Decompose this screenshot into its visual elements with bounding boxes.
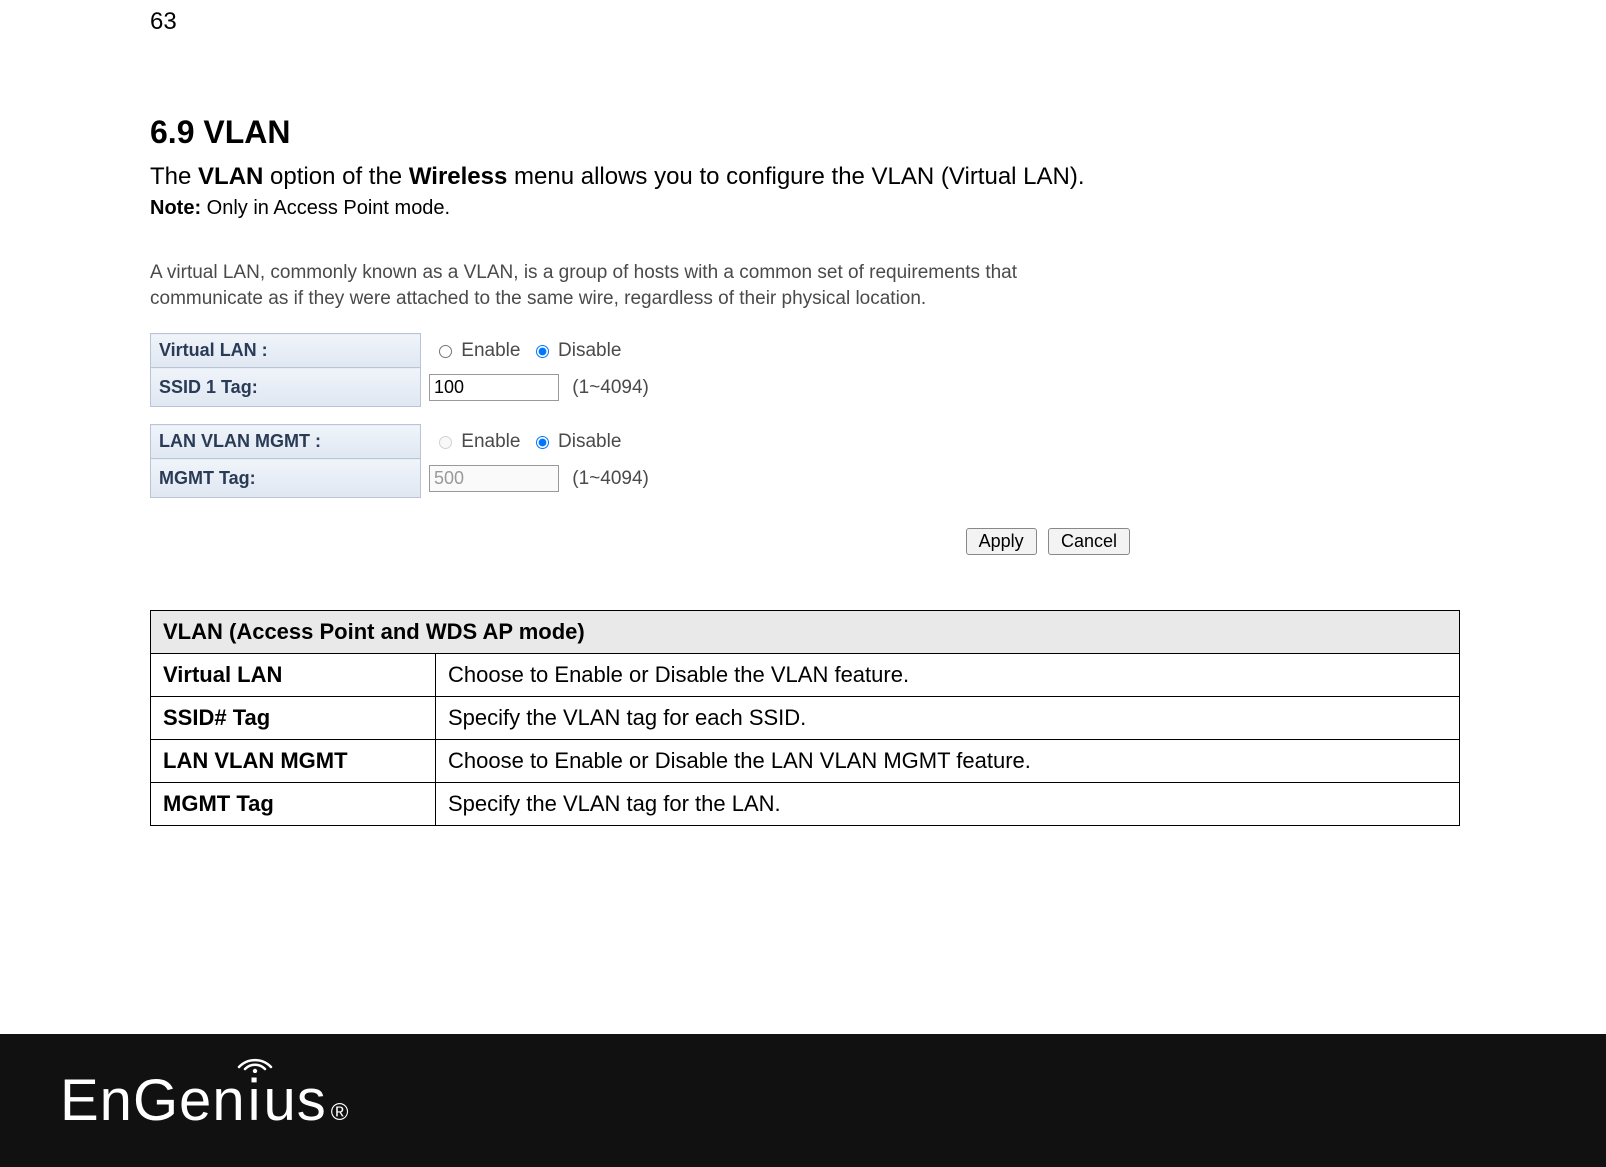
- desc-key: LAN VLAN MGMT: [151, 740, 436, 783]
- intro-text: menu allows you to configure the VLAN (V…: [507, 163, 1084, 190]
- desc-value: Choose to Enable or Disable the VLAN fea…: [436, 654, 1460, 697]
- lan-vlan-mgmt-disable-option[interactable]: Disable: [526, 431, 622, 452]
- ssid1-tag-label: SSID 1 Tag:: [151, 368, 421, 407]
- lan-vlan-mgmt-label: LAN VLAN MGMT :: [151, 425, 421, 459]
- intro-bold-vlan: VLAN: [198, 163, 263, 190]
- antenna-icon: [233, 1043, 277, 1073]
- config-screenshot: A virtual LAN, commonly known as a VLAN,…: [150, 260, 1130, 555]
- desc-table-title: VLAN (Access Point and WDS AP mode): [151, 611, 1460, 654]
- section-heading: 6.9 VLAN: [150, 114, 1456, 151]
- desc-key: MGMT Tag: [151, 783, 436, 826]
- table-row: LAN VLAN MGMT Choose to Enable or Disabl…: [151, 740, 1460, 783]
- vlan-form: Virtual LAN : Enable Disable SSID 1 Tag:: [150, 333, 1130, 498]
- intro-bold-wireless: Wireless: [409, 163, 508, 190]
- note-paragraph: Note: Only in Access Point mode.: [150, 197, 1456, 220]
- table-row: Virtual LAN Choose to Enable or Disable …: [151, 654, 1460, 697]
- disable-text: Disable: [558, 340, 621, 361]
- desc-value: Specify the VLAN tag for each SSID.: [436, 697, 1460, 740]
- range-hint: (1~4094): [572, 377, 649, 398]
- range-hint: (1~4094): [572, 468, 649, 489]
- virtual-lan-label: Virtual LAN :: [151, 334, 421, 368]
- logo-text: i: [248, 1068, 262, 1133]
- logo-text: us: [263, 1067, 326, 1134]
- virtual-lan-disable-radio[interactable]: [536, 345, 549, 358]
- lan-vlan-mgmt-disable-radio[interactable]: [536, 436, 549, 449]
- desc-key: Virtual LAN: [151, 654, 436, 697]
- table-row: SSID# Tag Specify the VLAN tag for each …: [151, 697, 1460, 740]
- page-number: 63: [150, 8, 1456, 36]
- virtual-lan-disable-option[interactable]: Disable: [526, 340, 622, 361]
- cancel-button[interactable]: Cancel: [1048, 528, 1130, 555]
- mgmt-tag-label: MGMT Tag:: [151, 459, 421, 498]
- note-text: Only in Access Point mode.: [201, 197, 450, 219]
- desc-value: Specify the VLAN tag for the LAN.: [436, 783, 1460, 826]
- intro-paragraph: The VLAN option of the Wireless menu all…: [150, 163, 1456, 191]
- desc-key: SSID# Tag: [151, 697, 436, 740]
- enable-text: Enable: [461, 340, 520, 361]
- note-label: Note:: [150, 197, 201, 219]
- apply-button[interactable]: Apply: [966, 528, 1037, 555]
- lan-vlan-mgmt-enable-option[interactable]: Enable: [429, 431, 526, 452]
- registered-icon: ®: [331, 1099, 350, 1127]
- intro-text: The: [150, 163, 198, 190]
- engenius-logo: EnGenius®: [60, 1067, 349, 1134]
- vlan-description: A virtual LAN, commonly known as a VLAN,…: [150, 260, 1130, 311]
- lan-vlan-mgmt-enable-radio[interactable]: [439, 436, 452, 449]
- virtual-lan-enable-radio[interactable]: [439, 345, 452, 358]
- vlan-description-table: VLAN (Access Point and WDS AP mode) Virt…: [150, 610, 1460, 826]
- logo-text-i: i: [246, 1067, 264, 1134]
- page-footer: EnGenius®: [0, 1034, 1606, 1167]
- ssid1-tag-input[interactable]: [429, 374, 559, 401]
- logo-text: EnGen: [60, 1067, 246, 1134]
- mgmt-tag-input[interactable]: [429, 465, 559, 492]
- virtual-lan-enable-option[interactable]: Enable: [429, 340, 526, 361]
- intro-text: option of the: [263, 163, 408, 190]
- table-row: MGMT Tag Specify the VLAN tag for the LA…: [151, 783, 1460, 826]
- desc-value: Choose to Enable or Disable the LAN VLAN…: [436, 740, 1460, 783]
- disable-text: Disable: [558, 431, 621, 452]
- enable-text: Enable: [461, 431, 520, 452]
